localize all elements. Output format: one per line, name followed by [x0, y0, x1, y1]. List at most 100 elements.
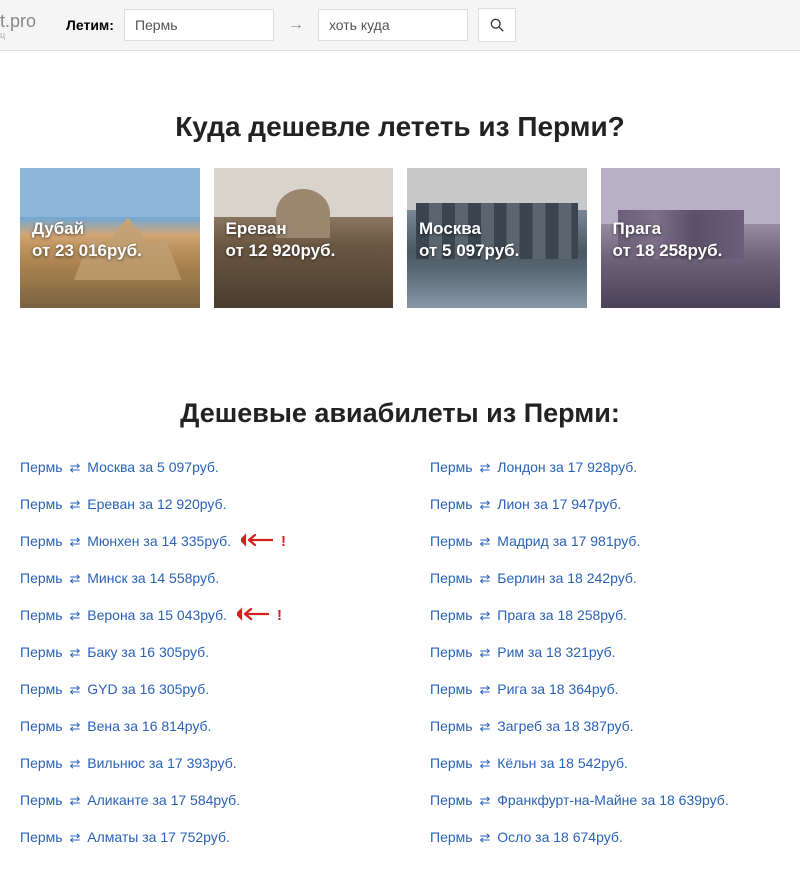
route-from: Пермь: [430, 570, 473, 586]
roundtrip-icon: ⇄: [479, 571, 490, 586]
route-to: Вильнюс: [87, 755, 145, 771]
card-price: от 23 016руб.: [32, 240, 142, 262]
roundtrip-icon: ⇄: [479, 608, 490, 623]
route-za: за: [534, 496, 548, 512]
route-from: Пермь: [430, 792, 473, 808]
route-link[interactable]: Пермь ⇄ Баку за 16 305руб.: [20, 644, 209, 661]
route-link[interactable]: Пермь ⇄ Рим за 18 321руб.: [430, 644, 616, 661]
routes-right-column: Пермь ⇄ Лондон за 17 928руб. Пермь ⇄ Лион…: [430, 459, 780, 866]
route-to: Прага: [497, 607, 535, 623]
route-to: Рим: [497, 644, 524, 660]
route-item: Пермь ⇄ Баку за 16 305руб.: [20, 644, 370, 661]
route-price: 17 393руб.: [167, 755, 237, 771]
route-za: за: [139, 607, 153, 623]
route-to: Мадрид: [497, 533, 549, 549]
card-city: Прага: [613, 218, 723, 240]
route-to: Минск: [87, 570, 127, 586]
card-city: Ереван: [226, 218, 336, 240]
roundtrip-icon: ⇄: [69, 682, 80, 697]
logo: t.pro ц: [0, 11, 44, 40]
route-price: 12 920руб.: [157, 496, 227, 512]
destination-card[interactable]: Ереванот 12 920руб.: [214, 168, 394, 308]
highlight-exclaim-icon: !: [277, 607, 282, 624]
route-to: Рига: [497, 681, 527, 697]
route-from: Пермь: [20, 792, 63, 808]
route-from: Пермь: [430, 496, 473, 512]
route-price: 17 584руб.: [171, 792, 241, 808]
direction-arrow-icon: →: [284, 16, 308, 34]
to-input[interactable]: [318, 9, 468, 41]
route-item: Пермь ⇄ Осло за 18 674руб.: [430, 829, 780, 846]
route-za: за: [528, 644, 542, 660]
route-za: за: [152, 792, 166, 808]
route-za: за: [546, 718, 560, 734]
route-link[interactable]: Пермь ⇄ Лион за 17 947руб.: [430, 496, 621, 513]
route-to: Осло: [497, 829, 531, 845]
route-za: за: [131, 570, 145, 586]
route-price: 17 947руб.: [552, 496, 622, 512]
route-link[interactable]: Пермь ⇄ Ереван за 12 920руб.: [20, 496, 226, 513]
route-za: за: [540, 755, 554, 771]
route-item: Пермь ⇄ Мюнхен за 14 335руб.!: [20, 533, 370, 550]
card-label: Прагаот 18 258руб.: [613, 218, 723, 262]
route-price: 18 321руб.: [546, 644, 616, 660]
route-from: Пермь: [20, 459, 63, 475]
route-link[interactable]: Пермь ⇄ Аликанте за 17 584руб.: [20, 792, 240, 809]
route-item: Пермь ⇄ Рим за 18 321руб.: [430, 644, 780, 661]
roundtrip-icon: ⇄: [479, 682, 490, 697]
route-from: Пермь: [20, 681, 63, 697]
route-link[interactable]: Пермь ⇄ Осло за 18 674руб.: [430, 829, 623, 846]
destination-card[interactable]: Прагаот 18 258руб.: [601, 168, 781, 308]
route-from: Пермь: [20, 570, 63, 586]
card-label: Ереванот 12 920руб.: [226, 218, 336, 262]
route-from: Пермь: [430, 755, 473, 771]
route-za: за: [539, 607, 553, 623]
route-za: за: [531, 681, 545, 697]
route-link[interactable]: Пермь ⇄ Франкфурт-на-Майне за 18 639руб.: [430, 792, 729, 809]
route-link[interactable]: Пермь ⇄ Загреб за 18 387руб.: [430, 718, 634, 735]
route-link[interactable]: Пермь ⇄ Верона за 15 043руб.: [20, 607, 227, 624]
route-price: 14 558руб.: [150, 570, 220, 586]
roundtrip-icon: ⇄: [69, 460, 80, 475]
route-za: за: [139, 496, 153, 512]
route-item: Пермь ⇄ Ереван за 12 920руб.: [20, 496, 370, 513]
route-link[interactable]: Пермь ⇄ Рига за 18 364руб.: [430, 681, 619, 698]
destination-card[interactable]: Дубайот 23 016руб.: [20, 168, 200, 308]
route-item: Пермь ⇄ Кёльн за 18 542руб.: [430, 755, 780, 772]
route-za: за: [139, 459, 153, 475]
route-link[interactable]: Пермь ⇄ Вильнюс за 17 393руб.: [20, 755, 237, 772]
route-link[interactable]: Пермь ⇄ Прага за 18 258руб.: [430, 607, 627, 624]
from-input[interactable]: [124, 9, 274, 41]
route-link[interactable]: Пермь ⇄ Минск за 14 558руб.: [20, 570, 219, 587]
route-price: 18 542руб.: [558, 755, 628, 771]
route-link[interactable]: Пермь ⇄ Мюнхен за 14 335руб.: [20, 533, 231, 550]
route-link[interactable]: Пермь ⇄ Вена за 16 814руб.: [20, 718, 211, 735]
route-from: Пермь: [20, 829, 63, 845]
route-link[interactable]: Пермь ⇄ GYD за 16 305руб.: [20, 681, 209, 698]
roundtrip-icon: ⇄: [479, 830, 490, 845]
route-link[interactable]: Пермь ⇄ Берлин за 18 242руб.: [430, 570, 637, 587]
destination-card[interactable]: Москваот 5 097руб.: [407, 168, 587, 308]
route-za: за: [553, 533, 567, 549]
roundtrip-icon: ⇄: [69, 497, 80, 512]
routes-left-column: Пермь ⇄ Москва за 5 097руб.Пермь ⇄ Ерева…: [20, 459, 370, 866]
route-link[interactable]: Пермь ⇄ Алматы за 17 752руб.: [20, 829, 230, 846]
route-to: GYD: [87, 681, 117, 697]
route-link[interactable]: Пермь ⇄ Мадрид за 17 981руб.: [430, 533, 640, 550]
route-za: за: [121, 681, 135, 697]
route-za: за: [535, 829, 549, 845]
route-to: Ереван: [87, 496, 135, 512]
roundtrip-icon: ⇄: [479, 460, 490, 475]
route-link[interactable]: Пермь ⇄ Москва за 5 097руб.: [20, 459, 219, 476]
search-button[interactable]: [478, 8, 516, 42]
route-link[interactable]: Пермь ⇄ Кёльн за 18 542руб.: [430, 755, 628, 772]
card-city: Москва: [419, 218, 519, 240]
route-link[interactable]: Пермь ⇄ Лондон за 17 928руб.: [430, 459, 637, 476]
route-za: за: [121, 644, 135, 660]
card-price: от 18 258руб.: [613, 240, 723, 262]
route-item: Пермь ⇄ Берлин за 18 242руб.: [430, 570, 780, 587]
route-item: Пермь ⇄ Москва за 5 097руб.: [20, 459, 370, 476]
roundtrip-icon: ⇄: [69, 645, 80, 660]
route-item: Пермь ⇄ Лион за 17 947руб.: [430, 496, 780, 513]
route-price: 17 981руб.: [571, 533, 641, 549]
